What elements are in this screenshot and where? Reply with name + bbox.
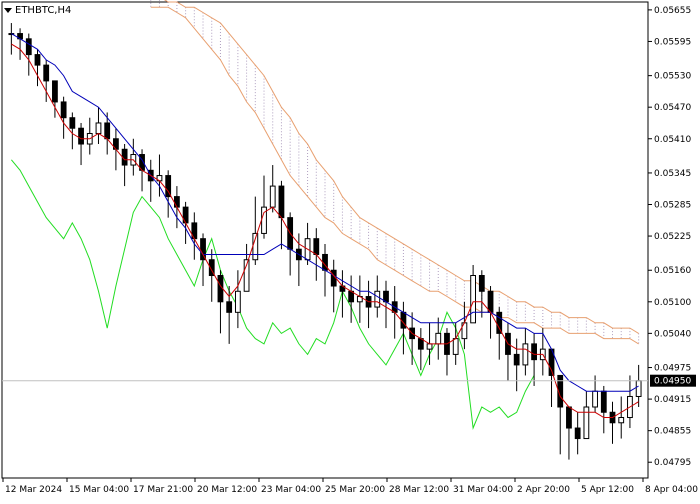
candle-body <box>618 417 625 424</box>
candle-body <box>69 117 76 129</box>
y-tick-label: 0.05410 <box>654 135 691 145</box>
candle-body <box>374 290 381 308</box>
chart-area[interactable]: 0.05655 0.05595 0.05530 0.05470 0.05410 0.053… <box>0 0 700 500</box>
candle-body <box>34 54 41 66</box>
candle-body <box>478 275 485 292</box>
chart-svg: 0.05655 0.05595 0.05530 0.05470 0.05410 0.053… <box>1 0 698 495</box>
y-tick-label: 0.05470 <box>654 103 691 113</box>
y-tick-label: 0.05530 <box>654 72 691 82</box>
y-tick-label: 0.05345 <box>654 169 691 179</box>
candle-body <box>600 390 607 413</box>
candle-body <box>313 238 320 255</box>
candle-body <box>574 427 581 440</box>
x-tick-label: 12 Mar 2024 <box>5 485 62 495</box>
y-tick-label: 0.05100 <box>654 298 691 308</box>
x-tick-label: 5 Apr 12:00 <box>581 485 634 495</box>
candle-body <box>278 185 285 219</box>
candle-body <box>592 390 598 408</box>
candle-body <box>234 290 241 313</box>
candle-body <box>43 64 50 82</box>
current-price-label: 0.04950 <box>654 377 691 387</box>
candle-body <box>452 338 459 355</box>
y-tick-label: 0.05655 <box>654 6 691 16</box>
candle-body <box>566 406 572 429</box>
x-tick-label: 2 Apr 20:00 <box>517 485 570 495</box>
candle-body <box>269 185 276 208</box>
candle-body <box>513 353 520 366</box>
candle-body <box>95 122 102 134</box>
candle-body <box>104 122 111 140</box>
candle-body <box>487 290 494 313</box>
candle-body <box>470 275 477 324</box>
symbol-text: ETHBTC,H4 <box>15 4 72 16</box>
candle-body <box>531 343 537 361</box>
candle-body <box>173 196 180 208</box>
x-tick-label: 31 Mar 04:00 <box>453 485 513 495</box>
candle-body <box>583 406 590 440</box>
y-tick-label: 0.04855 <box>654 427 691 437</box>
y-tick-label: 0.05160 <box>654 266 691 276</box>
dropdown-triangle-icon[interactable] <box>4 7 12 13</box>
y-tick-label: 0.04975 <box>654 364 691 374</box>
x-tick-label: 23 Mar 04:00 <box>261 485 321 495</box>
x-tick-label: 17 Mar 21:00 <box>133 485 193 495</box>
x-tick-label: 28 Mar 12:00 <box>389 485 449 495</box>
y-tick-label: 0.05285 <box>654 200 691 210</box>
y-tick-label: 0.04795 <box>654 458 691 468</box>
x-tick-label: 8 Apr 04:00 <box>645 485 698 495</box>
candle-body <box>426 343 433 350</box>
candle-body <box>635 380 642 397</box>
candle-body <box>78 127 84 145</box>
candle-body <box>52 80 58 103</box>
candle-body <box>435 332 442 345</box>
y-tick-label: 0.05040 <box>654 329 691 339</box>
candle-body <box>226 301 233 313</box>
symbol-label[interactable]: ETHBTC,H4 <box>4 3 72 17</box>
y-tick-label: 0.04915 <box>654 395 691 405</box>
candle-body <box>522 343 529 366</box>
x-tick-label: 15 Mar 04:00 <box>69 485 129 495</box>
candle-body <box>60 101 67 119</box>
y-tick-label: 0.05225 <box>654 232 691 242</box>
x-tick-label: 25 Mar 20:00 <box>325 485 385 495</box>
candle-body <box>25 38 32 56</box>
y-tick-label: 0.05595 <box>654 37 691 47</box>
x-tick-label: 20 Mar 12:00 <box>197 485 257 495</box>
